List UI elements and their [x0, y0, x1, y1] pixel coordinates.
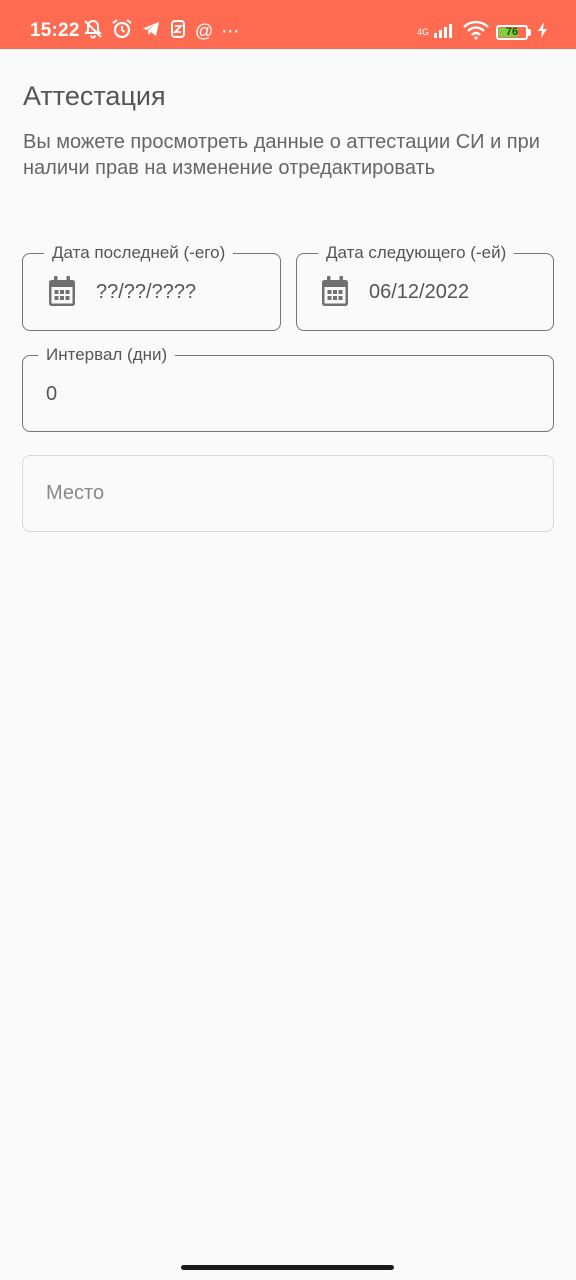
alarm-icon — [111, 18, 133, 45]
page-title: Аттестация — [23, 81, 166, 111]
calendar-icon[interactable] — [321, 275, 349, 307]
at-icon: @ — [195, 21, 214, 41]
charging-icon — [538, 21, 548, 43]
more-icon: ⋯ — [221, 21, 240, 41]
signal-icon — [434, 22, 456, 43]
status-bar: 15:22 @ ⋯ 4G 76 — [0, 0, 576, 49]
status-time: 15:22 — [30, 20, 80, 41]
last-date-value: ??/??/???? — [96, 281, 197, 303]
last-date-label: Дата последней (-его) — [44, 242, 234, 264]
page-description: Вы можете просмотреть данные о аттестаци… — [23, 131, 540, 179]
battery-level: 76 — [505, 26, 519, 38]
next-date-field[interactable]: Дата следующего (-ей) 06/12/2022 — [296, 242, 554, 331]
next-date-value: 06/12/2022 — [369, 281, 470, 303]
interval-field[interactable]: Интервал (дни) 0 — [22, 344, 554, 432]
battery-icon: 76 — [496, 24, 531, 40]
system-icons: 4G 76 — [417, 18, 548, 46]
bell-off-icon — [83, 19, 103, 44]
wifi-icon — [463, 20, 489, 45]
place-input[interactable]: Место — [22, 455, 554, 532]
telegram-icon — [141, 19, 161, 44]
place-placeholder: Место — [46, 482, 105, 504]
app-icon — [169, 19, 187, 44]
interval-value: 0 — [46, 383, 58, 405]
calendar-icon[interactable] — [48, 275, 76, 307]
notification-icons: @ ⋯ — [83, 18, 239, 44]
last-date-field[interactable]: Дата последней (-его) ??/??/???? — [22, 242, 281, 331]
network-type: 4G — [416, 26, 429, 37]
home-indicator[interactable] — [181, 1265, 394, 1270]
interval-label: Интервал (дни) — [38, 344, 176, 366]
next-date-label: Дата следующего (-ей) — [318, 242, 515, 264]
